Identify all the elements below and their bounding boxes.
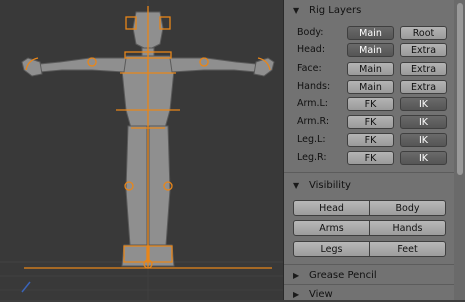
rig-row-leg-r: Leg.R: FK IK	[284, 150, 454, 166]
visibility-arms-button[interactable]: Arms	[293, 220, 370, 236]
divider	[284, 264, 454, 265]
row-label: Head:	[297, 44, 326, 55]
grease-pencil-title: Grease Pencil	[309, 269, 377, 281]
arm-r-fk-button[interactable]: FK	[347, 115, 394, 129]
rig-row-arm-r: Arm.R: FK IK	[284, 114, 454, 130]
visibility-title: Visibility	[309, 179, 351, 191]
visibility-header[interactable]: ▼ Visibility	[284, 177, 454, 193]
leg-l-ik-button[interactable]: IK	[400, 133, 447, 147]
face-extra-button[interactable]: Extra	[400, 62, 447, 76]
rig-layers-title: Rig Layers	[309, 4, 362, 16]
divider	[284, 284, 454, 285]
rig-row-face: Face: Main Extra	[284, 61, 454, 77]
rig-layers-header[interactable]: ▼ Rig Layers	[284, 2, 454, 18]
leg-r-ik-button[interactable]: IK	[400, 151, 447, 165]
face-main-button[interactable]: Main	[347, 62, 394, 76]
rig-row-body: Body: Main Root	[284, 25, 454, 41]
collapse-triangle-icon: ▼	[293, 5, 300, 15]
row-label: Arm.L:	[297, 98, 329, 109]
rig-row-leg-l: Leg.L: FK IK	[284, 132, 454, 148]
scrollbar-thumb[interactable]	[457, 3, 463, 175]
rig-row-arm-l: Arm.L: FK IK	[284, 96, 454, 112]
collapse-triangle-icon: ▼	[293, 180, 300, 190]
arm-l-fk-button[interactable]: FK	[347, 97, 394, 111]
row-label: Hands:	[297, 81, 331, 92]
row-label: Leg.L:	[297, 134, 326, 145]
arm-r-ik-button[interactable]: IK	[400, 115, 447, 129]
hands-main-button[interactable]: Main	[347, 80, 394, 94]
rig-row-hands: Hands: Main Extra	[284, 79, 454, 95]
head-extra-button[interactable]: Extra	[400, 43, 447, 57]
hands-extra-button[interactable]: Extra	[400, 80, 447, 94]
visibility-hands-button[interactable]: Hands	[369, 220, 446, 236]
row-label: Arm.R:	[297, 116, 330, 127]
visibility-head-button[interactable]: Head	[293, 200, 370, 216]
leg-r-fk-button[interactable]: FK	[347, 151, 394, 165]
row-label: Body:	[297, 27, 324, 38]
visibility-body-button[interactable]: Body	[369, 200, 446, 216]
head-main-button[interactable]: Main	[347, 43, 394, 57]
body-main-button[interactable]: Main	[347, 26, 394, 40]
panel-scrollbar[interactable]	[454, 0, 465, 300]
row-label: Face:	[297, 63, 322, 74]
rig-bones	[24, 6, 272, 269]
row-label: Leg.R:	[297, 152, 327, 163]
properties-panel: ▼ Rig Layers Body: Main Root Head: Main …	[283, 0, 465, 300]
grease-pencil-header[interactable]: ▶ Grease Pencil	[284, 267, 454, 283]
visibility-feet-button[interactable]: Feet	[369, 241, 446, 257]
3d-viewport[interactable]	[0, 0, 283, 300]
arm-l-ik-button[interactable]: IK	[400, 97, 447, 111]
expand-triangle-icon: ▶	[293, 289, 300, 299]
divider	[284, 172, 454, 173]
visibility-legs-button[interactable]: Legs	[293, 241, 370, 257]
leg-l-fk-button[interactable]: FK	[347, 133, 394, 147]
expand-triangle-icon: ▶	[293, 270, 300, 280]
character-rig-scene[interactable]	[0, 0, 283, 300]
view-title: View	[309, 288, 333, 300]
body-root-button[interactable]: Root	[400, 26, 447, 40]
rig-row-head: Head: Main Extra	[284, 42, 454, 58]
